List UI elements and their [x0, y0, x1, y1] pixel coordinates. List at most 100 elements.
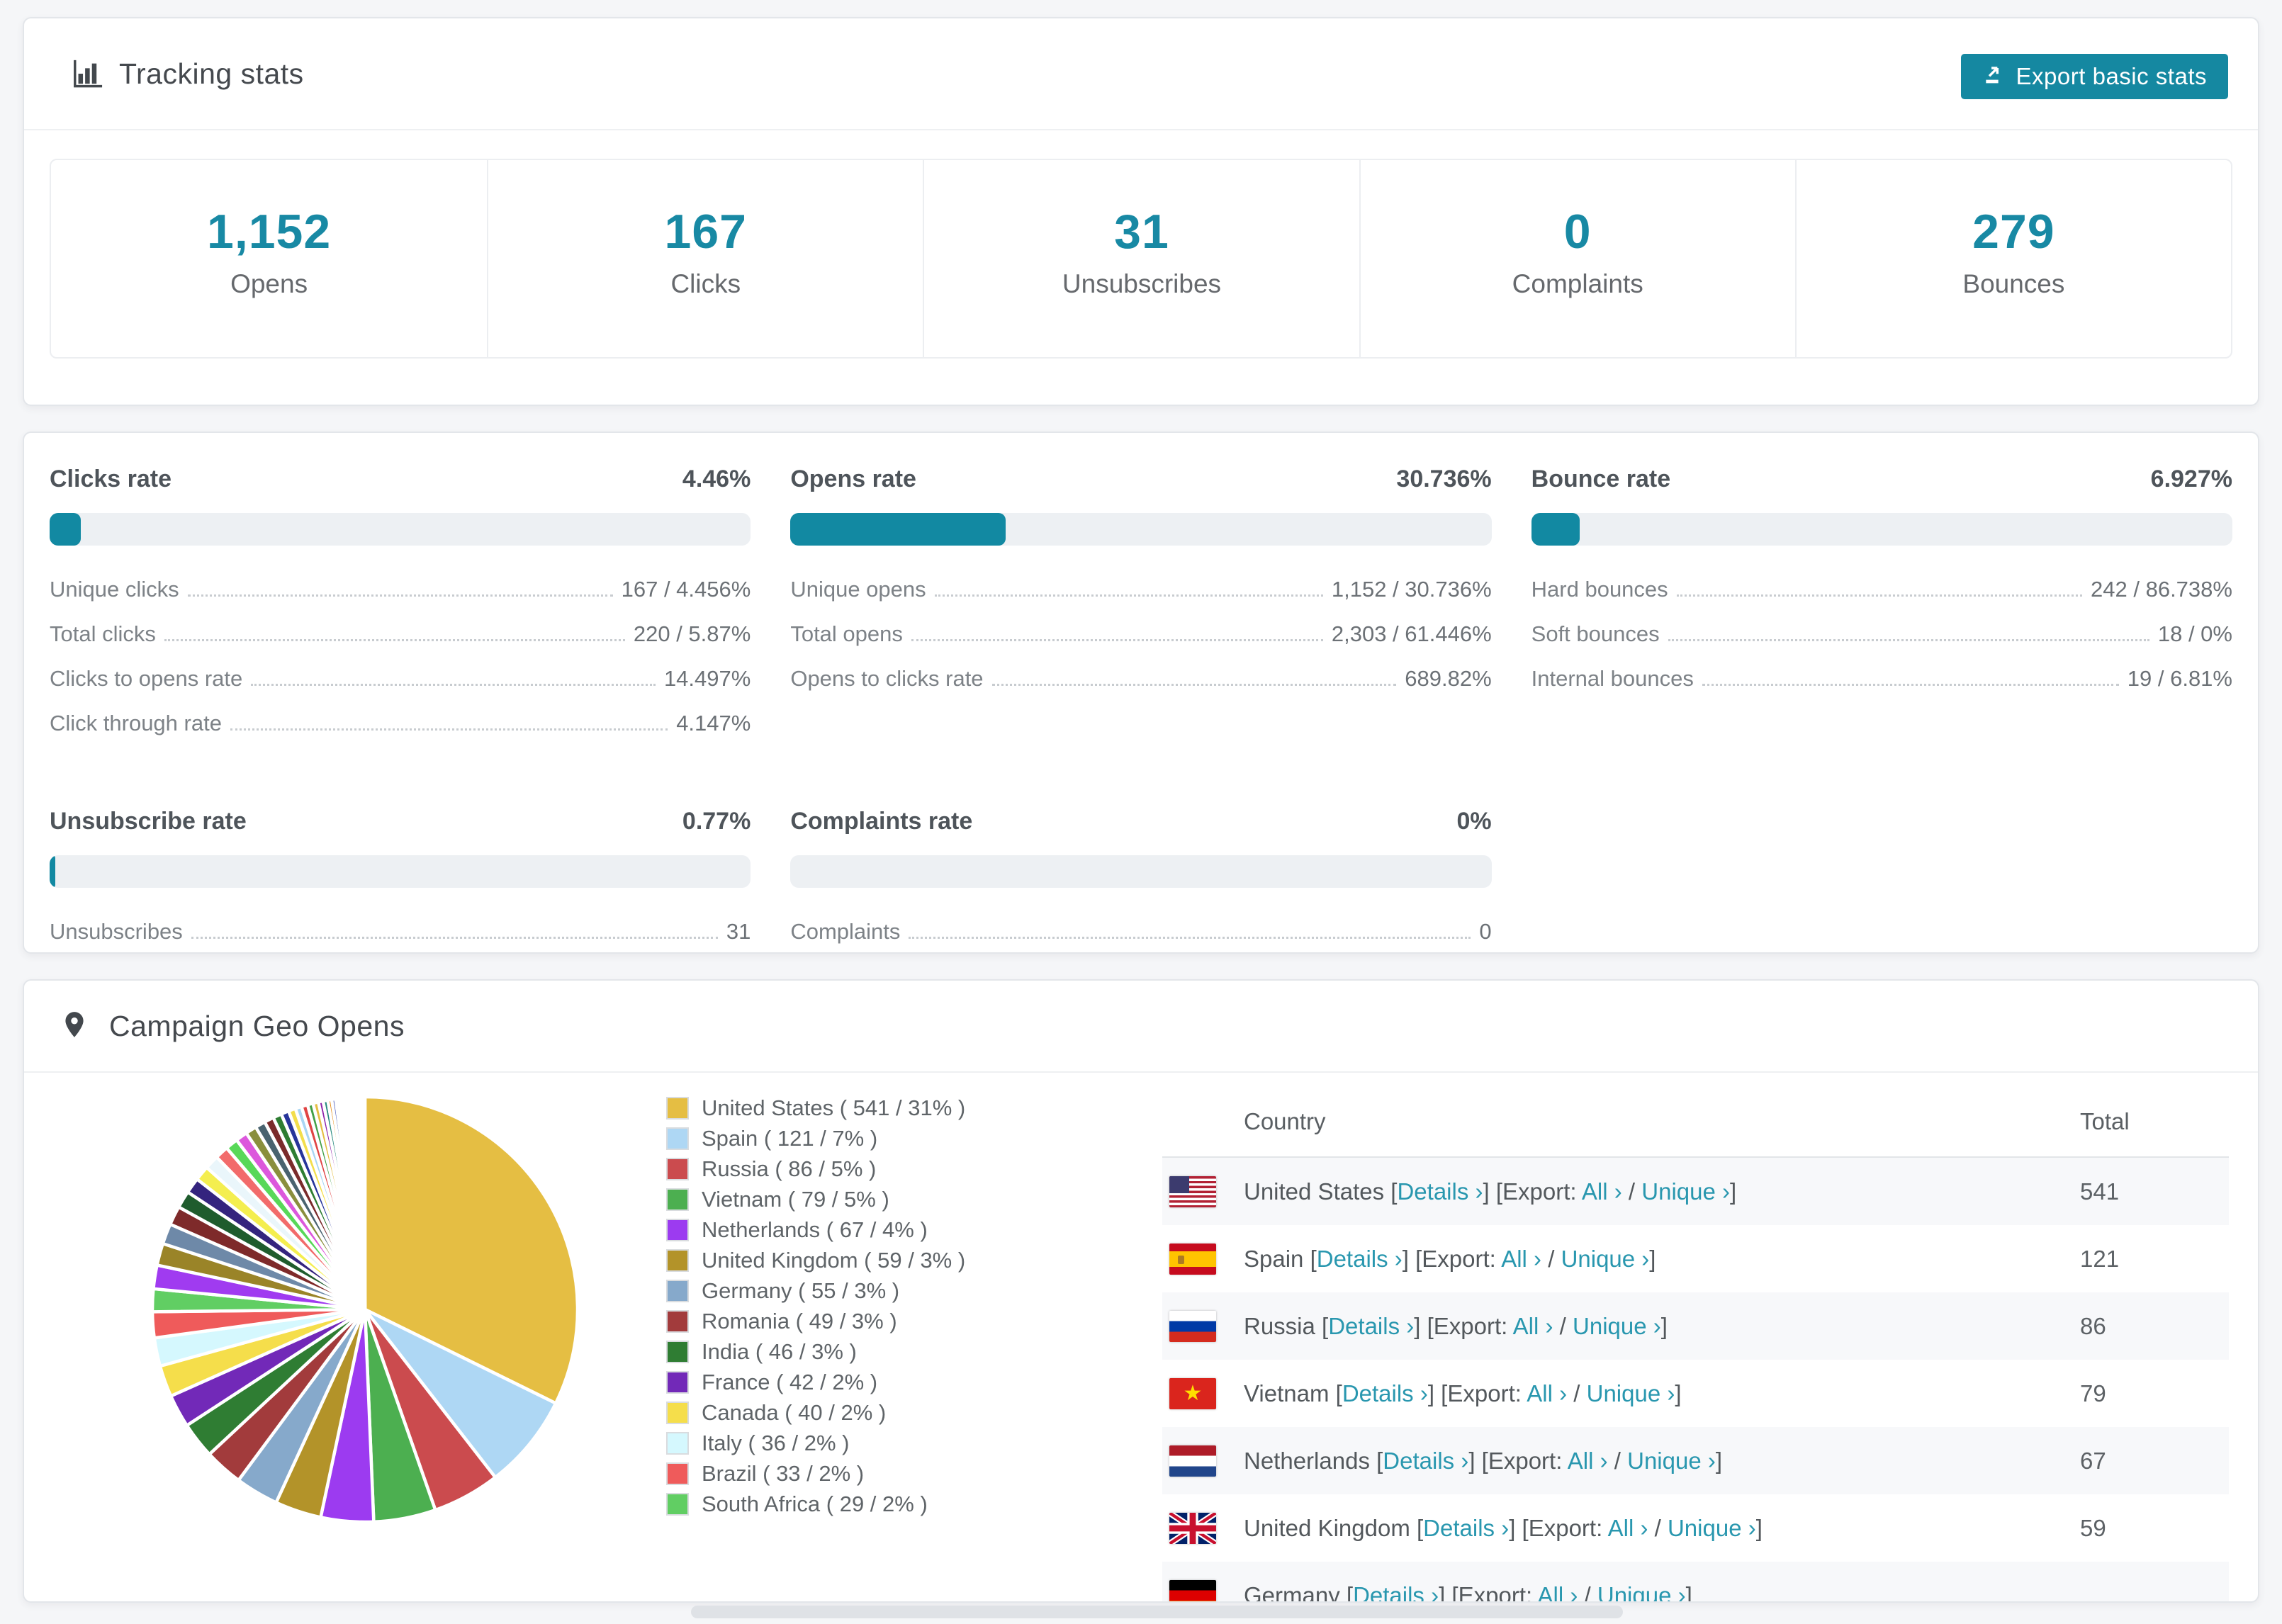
dotted-leader — [934, 594, 1323, 597]
export-label: Export: — [1528, 1514, 1603, 1541]
legend-item: Canada ( 40 / 2% ) — [666, 1397, 965, 1428]
stat-value: 1,152 — [207, 205, 332, 259]
export-all-link[interactable]: All › — [1608, 1515, 1648, 1541]
details-link[interactable]: Details › — [1383, 1448, 1468, 1474]
rate-progress-fill — [50, 513, 82, 546]
rate-progress-bar — [790, 513, 1492, 546]
dotted-leader — [1676, 594, 2083, 597]
rate-title: Bounce rate — [1531, 466, 1671, 492]
rate-detail-row: Complaints 0 — [790, 919, 1492, 944]
stat-label: Bounces — [1962, 269, 2065, 298]
legend-item: Germany ( 55 / 3% ) — [666, 1275, 965, 1306]
stat-value: 0 — [1563, 205, 1592, 259]
flag-icon-gb — [1169, 1512, 1216, 1544]
rate-progress-bar — [790, 855, 1492, 888]
rate-value: 0% — [1456, 808, 1492, 835]
country-row-vn: ★ Vietnam [Details ›] [Export: All › / Un… — [1162, 1360, 2229, 1427]
geo-country-table: Country Total United States [Details ›] … — [1162, 1087, 2229, 1603]
rate-value: 30.736% — [1396, 466, 1492, 492]
legend-color-swatch — [666, 1218, 689, 1241]
rate-title: Unsubscribe rate — [50, 808, 247, 835]
export-unique-link[interactable]: Unique › — [1573, 1313, 1661, 1339]
legend-item: Italy ( 36 / 2% ) — [666, 1428, 965, 1458]
legend-color-swatch — [666, 1188, 689, 1211]
export-unique-link[interactable]: Unique › — [1668, 1515, 1756, 1541]
export-all-link[interactable]: All › — [1568, 1448, 1608, 1474]
stats-tiles: 1,152 Opens 167 Clicks 31 Unsubscribes 0 Compla… — [50, 159, 2232, 359]
details-link[interactable]: Details › — [1342, 1380, 1428, 1406]
rate-detail-row: Soft bounces 18 / 0% — [1531, 621, 2232, 646]
details-link[interactable]: Details › — [1423, 1515, 1509, 1541]
legend-color-swatch — [666, 1096, 689, 1120]
flag-icon-us — [1169, 1175, 1216, 1207]
rate-progress-fill — [790, 513, 1006, 546]
rate-detail-row: Click through rate 4.147% — [50, 711, 751, 735]
geo-title: Campaign Geo Opens — [109, 1009, 405, 1042]
rate-detail-row: Total opens 2,303 / 61.446% — [790, 621, 1492, 646]
stat-value: 167 — [664, 205, 748, 259]
country-total: 86 — [2080, 1312, 2106, 1339]
flag-icon-de — [1169, 1579, 1216, 1601]
campaign-geo-opens-card: Campaign Geo Opens United States ( 541 /… — [23, 979, 2259, 1603]
export-all-link[interactable]: All › — [1582, 1178, 1622, 1205]
export-unique-link[interactable]: Unique › — [1587, 1380, 1675, 1406]
legend-item: India ( 46 / 3% ) — [666, 1336, 965, 1367]
flag-icon-es — [1169, 1243, 1216, 1275]
legend-color-swatch — [666, 1401, 689, 1424]
column-header-country: Country — [1244, 1108, 1326, 1134]
rate-group-opens-rate: Opens rate 30.736% Unique opens 1,152 / 30.… — [790, 466, 1492, 755]
dotted-leader — [164, 639, 625, 641]
dotted-leader — [187, 594, 613, 597]
export-all-link[interactable]: All › — [1501, 1246, 1541, 1272]
rate-value: 4.46% — [682, 466, 751, 492]
export-all-link[interactable]: All › — [1513, 1313, 1553, 1339]
export-label: Export: — [1458, 1581, 1533, 1603]
details-link[interactable]: Details › — [1328, 1313, 1414, 1339]
export-label: Export: — [1488, 1447, 1563, 1474]
legend-color-swatch — [666, 1279, 689, 1302]
rate-detail-row: Opens to clicks rate 689.82% — [790, 666, 1492, 691]
export-unique-link[interactable]: Unique › — [1627, 1448, 1716, 1474]
rate-detail-row: Unsubscribes 31 — [50, 919, 751, 944]
rates-card: Clicks rate 4.46% Unique clicks 167 / 4.456… — [23, 432, 2259, 954]
export-unique-link[interactable]: Unique › — [1561, 1246, 1650, 1272]
stat-tile-unsubscribes: 31 Unsubscribes — [923, 160, 1359, 357]
export-unique-link[interactable]: Unique › — [1597, 1582, 1686, 1602]
pie-slice — [362, 1095, 367, 1310]
legend-color-swatch — [666, 1431, 689, 1455]
page-title: Tracking stats — [119, 57, 304, 90]
export-unique-link[interactable]: Unique › — [1641, 1178, 1730, 1205]
country-name: Russia — [1244, 1312, 1315, 1339]
rate-detail-row: Internal bounces 19 / 6.81% — [1531, 666, 2232, 691]
country-name: United Kingdom — [1244, 1514, 1410, 1541]
details-link[interactable]: Details › — [1317, 1246, 1403, 1272]
legend-color-swatch — [666, 1370, 689, 1394]
rate-value: 0.77% — [682, 808, 751, 835]
export-basic-stats-button[interactable]: Export basic stats — [1960, 54, 2228, 99]
country-name: United States — [1244, 1178, 1385, 1205]
export-all-link[interactable]: All › — [1527, 1380, 1567, 1406]
country-total: 541 — [2080, 1178, 2120, 1205]
legend-color-swatch — [666, 1462, 689, 1485]
rate-group-bounce-rate: Bounce rate 6.927% Hard bounces 242 / 86.73… — [1531, 466, 2232, 755]
legend-item: Russia ( 86 / 5% ) — [666, 1154, 965, 1184]
legend-color-swatch — [666, 1492, 689, 1516]
dotted-leader — [991, 684, 1397, 686]
flag-icon-nl — [1169, 1445, 1216, 1477]
details-link[interactable]: Details › — [1397, 1178, 1483, 1205]
rate-detail-row: Unique opens 1,152 / 30.736% — [790, 577, 1492, 602]
country-total: 121 — [2080, 1245, 2120, 1272]
legend-item: Spain ( 121 / 7% ) — [666, 1123, 965, 1154]
bar-chart-icon — [71, 57, 103, 90]
pie-legend: United States ( 541 / 31% ) Spain ( 121 /… — [666, 1093, 965, 1519]
country-row-us: United States [Details ›] [Export: All ›… — [1162, 1158, 2229, 1225]
stat-value: 279 — [1972, 205, 2055, 259]
country-row-nl: Netherlands [Details ›] [Export: All › /… — [1162, 1427, 2229, 1494]
stat-label: Complaints — [1512, 269, 1643, 298]
legend-item: Netherlands ( 67 / 4% ) — [666, 1214, 965, 1245]
horizontal-scrollbar-thumb[interactable] — [691, 1606, 1623, 1618]
stat-tile-complaints: 0 Complaints — [1359, 160, 1795, 357]
export-all-link[interactable]: All › — [1538, 1582, 1578, 1602]
country-row-es: Spain [Details ›] [Export: All › / Uniqu… — [1162, 1225, 2229, 1292]
details-link[interactable]: Details › — [1353, 1582, 1439, 1602]
